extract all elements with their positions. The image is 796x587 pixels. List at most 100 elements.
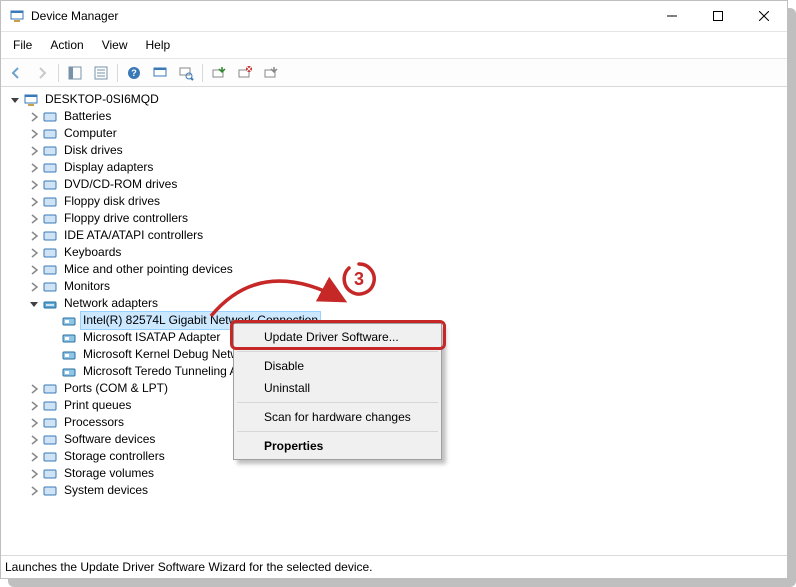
tree-label: Network adapters	[62, 295, 160, 312]
action-button[interactable]	[148, 61, 172, 85]
tree-node-network-adapters[interactable]: Network adapters	[1, 295, 787, 312]
expand-arrow-icon[interactable]	[26, 160, 42, 176]
expand-arrow-icon[interactable]	[26, 381, 42, 397]
tree-label: DESKTOP-0SI6MQD	[43, 91, 161, 108]
tree-node-floppy-drive-controllers[interactable]: Floppy drive controllers	[1, 210, 787, 227]
close-button[interactable]	[741, 1, 787, 31]
device-icon	[23, 92, 39, 108]
tree-node-disk-drives[interactable]: Disk drives	[1, 142, 787, 159]
tree-label: Computer	[62, 125, 119, 142]
expand-arrow-icon[interactable]	[26, 228, 42, 244]
tree-node-mice-and-other-pointing-devices[interactable]: Mice and other pointing devices	[1, 261, 787, 278]
tree-label: Mice and other pointing devices	[62, 261, 235, 278]
tree-node-ide-ata-atapi-controllers[interactable]: IDE ATA/ATAPI controllers	[1, 227, 787, 244]
expand-arrow-icon[interactable]	[26, 296, 42, 312]
back-button[interactable]	[4, 61, 28, 85]
expand-arrow-icon[interactable]	[7, 92, 23, 108]
tree-label: Processors	[62, 414, 126, 431]
device-icon	[42, 279, 58, 295]
expand-arrow-icon[interactable]	[26, 143, 42, 159]
svg-text:?: ?	[131, 68, 137, 78]
ctx-update-driver[interactable]: Update Driver Software...	[236, 326, 439, 348]
menu-help[interactable]: Help	[138, 36, 179, 54]
status-text: Launches the Update Driver Software Wiza…	[5, 560, 373, 574]
device-icon	[42, 109, 58, 125]
update-driver-button[interactable]	[207, 61, 231, 85]
tree-node-storage-volumes[interactable]: Storage volumes	[1, 465, 787, 482]
tree-node-root[interactable]: DESKTOP-0SI6MQD	[1, 91, 787, 108]
tree-node-monitors[interactable]: Monitors	[1, 278, 787, 295]
tree-node-display-adapters[interactable]: Display adapters	[1, 159, 787, 176]
expand-arrow-icon[interactable]	[26, 415, 42, 431]
tree-node-system-devices[interactable]: System devices	[1, 482, 787, 499]
device-icon	[42, 143, 58, 159]
tree-label: Microsoft ISATAP Adapter	[81, 329, 222, 346]
menubar: File Action View Help	[1, 32, 787, 58]
tree-label: Ports (COM & LPT)	[62, 380, 170, 397]
expand-arrow-icon[interactable]	[26, 194, 42, 210]
uninstall-button[interactable]	[233, 61, 257, 85]
expand-arrow-icon[interactable]	[26, 466, 42, 482]
device-icon	[42, 177, 58, 193]
arrow-placeholder	[45, 330, 61, 346]
device-icon	[42, 262, 58, 278]
tree-label: Display adapters	[62, 159, 155, 176]
tree-node-computer[interactable]: Computer	[1, 125, 787, 142]
device-icon	[42, 194, 58, 210]
tree-node-keyboards[interactable]: Keyboards	[1, 244, 787, 261]
device-icon	[42, 432, 58, 448]
device-icon	[42, 466, 58, 482]
properties-button[interactable]	[89, 61, 113, 85]
show-hide-tree-button[interactable]	[63, 61, 87, 85]
ctx-separator	[237, 402, 438, 403]
expand-arrow-icon[interactable]	[26, 262, 42, 278]
tree-label: Storage volumes	[62, 465, 156, 482]
scan-button[interactable]	[174, 61, 198, 85]
expand-arrow-icon[interactable]	[26, 211, 42, 227]
ctx-scan[interactable]: Scan for hardware changes	[236, 406, 439, 428]
menu-view[interactable]: View	[94, 36, 136, 54]
device-icon	[61, 330, 77, 346]
expand-arrow-icon[interactable]	[26, 449, 42, 465]
menu-action[interactable]: Action	[42, 36, 91, 54]
expand-arrow-icon[interactable]	[26, 398, 42, 414]
tree-node-batteries[interactable]: Batteries	[1, 108, 787, 125]
device-icon	[42, 398, 58, 414]
minimize-button[interactable]	[649, 1, 695, 31]
tree-label: Batteries	[62, 108, 113, 125]
expand-arrow-icon[interactable]	[26, 432, 42, 448]
device-manager-icon	[9, 8, 25, 24]
device-icon	[42, 160, 58, 176]
arrow-placeholder	[45, 313, 61, 329]
expand-arrow-icon[interactable]	[26, 279, 42, 295]
device-tree[interactable]: DESKTOP-0SI6MQDBatteriesComputerDisk dri…	[1, 87, 787, 555]
statusbar: Launches the Update Driver Software Wiza…	[1, 555, 787, 578]
tree-label: IDE ATA/ATAPI controllers	[62, 227, 205, 244]
device-icon	[42, 483, 58, 499]
forward-button[interactable]	[30, 61, 54, 85]
expand-arrow-icon[interactable]	[26, 109, 42, 125]
tree-label: Storage controllers	[62, 448, 167, 465]
expand-arrow-icon[interactable]	[26, 483, 42, 499]
tree-label: Software devices	[62, 431, 157, 448]
ctx-disable[interactable]: Disable	[236, 355, 439, 377]
tree-node-dvd-cd-rom-drives[interactable]: DVD/CD-ROM drives	[1, 176, 787, 193]
tree-node-floppy-disk-drives[interactable]: Floppy disk drives	[1, 193, 787, 210]
tree-label: System devices	[62, 482, 150, 499]
toolbar: ?	[1, 58, 787, 87]
ctx-uninstall[interactable]: Uninstall	[236, 377, 439, 399]
device-icon	[61, 313, 77, 329]
tree-label: Disk drives	[62, 142, 125, 159]
maximize-button[interactable]	[695, 1, 741, 31]
disable-button[interactable]	[259, 61, 283, 85]
expand-arrow-icon[interactable]	[26, 126, 42, 142]
window-title: Device Manager	[31, 9, 649, 23]
expand-arrow-icon[interactable]	[26, 177, 42, 193]
ctx-properties[interactable]: Properties	[236, 435, 439, 457]
device-icon	[42, 245, 58, 261]
device-icon	[61, 347, 77, 363]
device-icon	[42, 211, 58, 227]
menu-file[interactable]: File	[5, 36, 40, 54]
help-button[interactable]: ?	[122, 61, 146, 85]
expand-arrow-icon[interactable]	[26, 245, 42, 261]
